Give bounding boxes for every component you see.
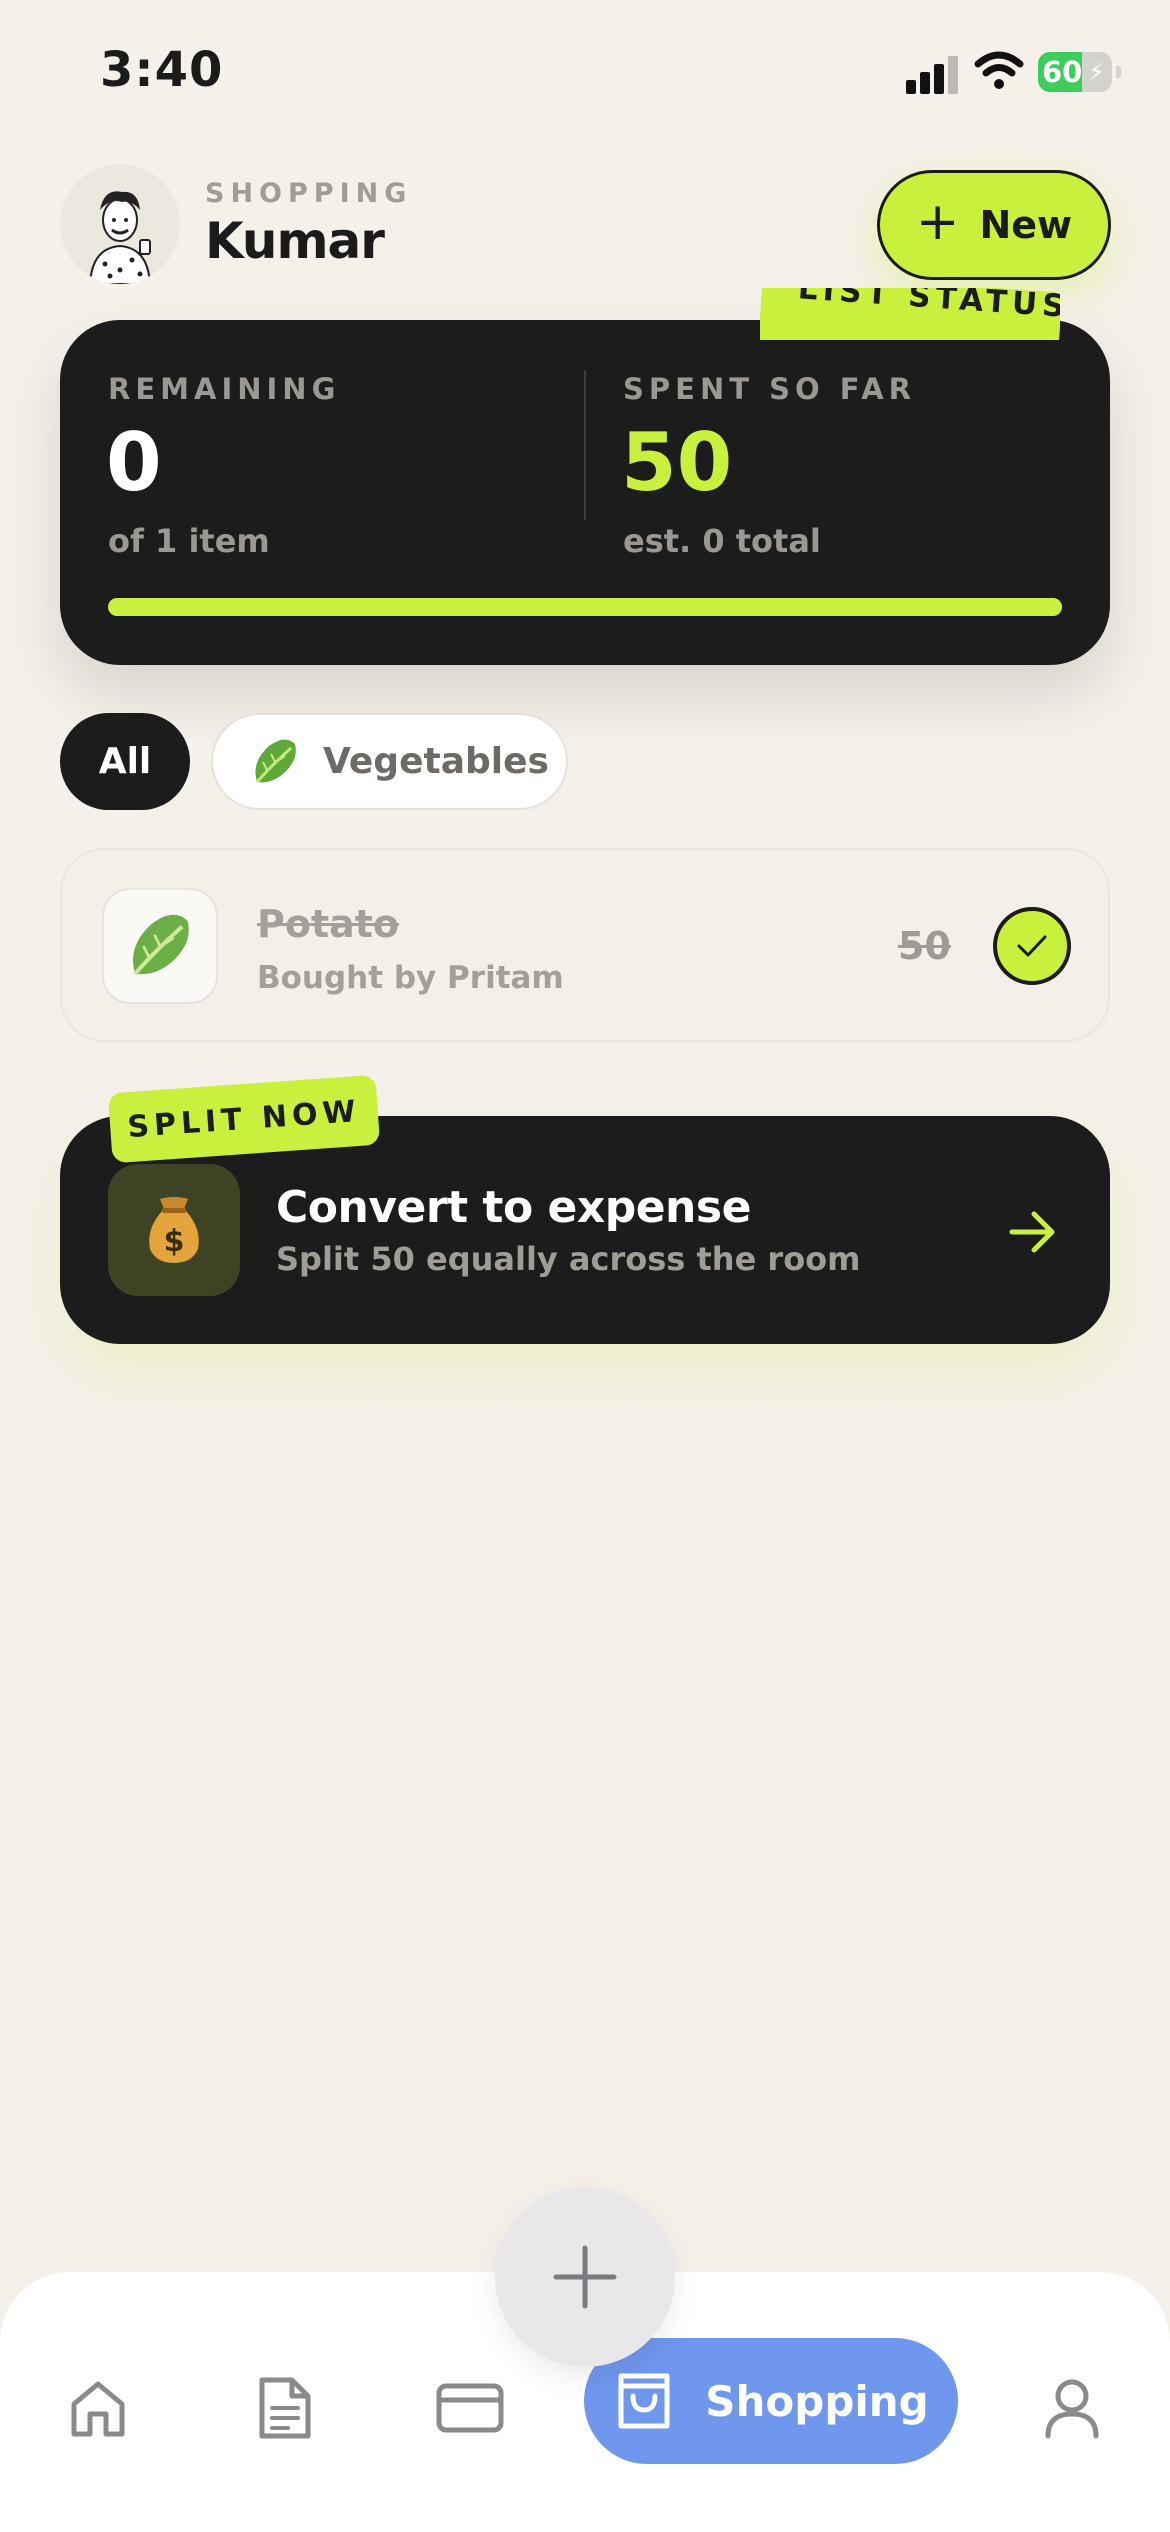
progress-fill [108, 598, 1062, 616]
list-status-tag-text: LIST STATUS [796, 288, 1060, 326]
battery-level: 60 [1042, 55, 1083, 89]
plus-icon: + [915, 192, 960, 252]
list-status-tag-visible: LIST STATUS [760, 288, 1060, 340]
item-price: 50 [898, 924, 951, 968]
remaining-label: REMAINING [108, 372, 341, 406]
item-bought-by: Bought by Pritam [257, 960, 564, 996]
signal-icon [906, 54, 960, 94]
status-time: 3:40 [100, 42, 224, 98]
money-bag-icon: $ [108, 1164, 240, 1296]
filter-chip-all-label: All [98, 741, 152, 782]
stat-divider [584, 370, 586, 520]
check-icon [1017, 935, 1047, 957]
wifi-icon [974, 51, 1024, 89]
lettuce-icon [255, 738, 296, 783]
spent-value: 50 [621, 416, 733, 509]
filter-chip-all[interactable]: All [60, 713, 190, 810]
convert-title: Convert to expense [276, 1182, 751, 1233]
item-checkbox[interactable] [993, 907, 1071, 985]
page-title: Kumar [205, 212, 385, 270]
list-item[interactable]: Potato Bought by Pritam 50 [60, 848, 1110, 1042]
remaining-value: 0 [106, 416, 162, 509]
nav-item-profile[interactable] [1036, 2372, 1108, 2444]
lettuce-icon [133, 914, 189, 976]
battery-icon: 60 ⚡ [1038, 52, 1121, 92]
arrow-right-icon [1009, 1211, 1055, 1253]
profile-icon [1045, 2379, 1099, 2439]
remaining-sub: of 1 item [108, 522, 270, 560]
shopping-bag-icon [618, 2373, 670, 2429]
avatar[interactable] [60, 164, 180, 284]
document-icon [259, 2377, 311, 2439]
new-button-label: New [979, 203, 1073, 247]
add-fab-button[interactable] [495, 2187, 675, 2367]
nav-item-shopping-label: Shopping [705, 2376, 929, 2426]
filter-chip-vegetables[interactable]: Vegetables [211, 713, 568, 810]
nav-item-documents[interactable] [248, 2372, 320, 2444]
home-icon [71, 2381, 125, 2437]
spent-label: SPENT SO FAR [623, 372, 916, 406]
card-icon [436, 2383, 504, 2433]
nav-item-shopping[interactable]: Shopping [584, 2338, 958, 2464]
list-status-card: LIST STATUS REMAINING 0 of 1 item SPENT … [60, 320, 1110, 665]
new-item-button[interactable]: + New [877, 170, 1111, 280]
filter-chip-vegetables-label: Vegetables [323, 741, 549, 782]
page-eyebrow: SHOPPING [205, 178, 413, 209]
item-name: Potato [257, 902, 400, 946]
plus-icon [553, 2245, 617, 2309]
svg-text:$: $ [164, 1224, 185, 1259]
spent-sub: est. 0 total [623, 522, 821, 560]
item-thumbnail [102, 888, 218, 1004]
convert-subtitle: Split 50 equally across the room [276, 1240, 861, 1278]
nav-item-home[interactable] [62, 2372, 134, 2444]
avatar-illustration [60, 164, 180, 284]
nav-item-cards[interactable] [434, 2372, 506, 2444]
progress-bar [108, 598, 1062, 616]
status-bar: 3:40 60 ⚡ [0, 0, 1170, 150]
